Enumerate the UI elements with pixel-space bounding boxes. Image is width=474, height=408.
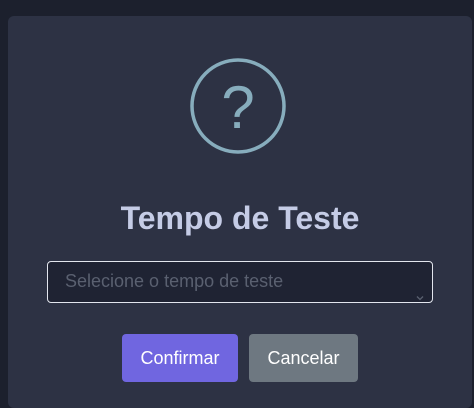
test-time-select[interactable]: Selecione o tempo de teste: [47, 261, 433, 303]
question-mark-icon: ?: [190, 58, 286, 154]
select-placeholder: Selecione o tempo de teste: [65, 271, 284, 291]
dialog-title: Tempo de Teste: [120, 200, 360, 236]
cancel-button[interactable]: Cancelar: [249, 334, 358, 382]
modal-dialog: ? Tempo de Teste Selecione o tempo de te…: [8, 16, 472, 408]
question-mark-glyph: ?: [221, 74, 254, 141]
chevron-down-icon: [416, 277, 424, 301]
confirm-button[interactable]: Confirmar: [122, 334, 238, 382]
